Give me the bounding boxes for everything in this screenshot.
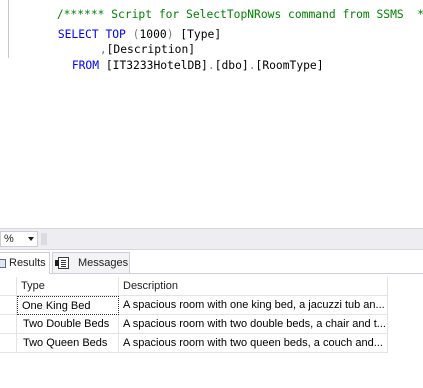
code-line-description: ,[Description]	[59, 27, 195, 56]
cell-type[interactable]: One King Bed	[17, 296, 119, 315]
tab-results[interactable]: Results	[0, 252, 50, 274]
results-tabstrip: Results Messages	[0, 250, 423, 274]
tab-messages-label: Messages	[78, 257, 129, 269]
table-row[interactable]: Two Queen Beds A spacious room with two …	[0, 334, 388, 353]
cell-description[interactable]: A spacious room with one king bed, a jac…	[119, 296, 388, 315]
outline-gutter	[8, 0, 9, 58]
cell-type[interactable]: Two Double Beds	[17, 315, 119, 334]
zoom-value: %	[4, 233, 14, 245]
table-name: [RoomType]	[255, 59, 324, 72]
table-row[interactable]: Two Double Beds A spacious room with two…	[0, 315, 388, 334]
tab-results-label: Results	[9, 257, 46, 269]
cell-description[interactable]: A spacious room with two queen beds, a c…	[119, 334, 388, 353]
table-row[interactable]: One King Bed A spacious room with one ki…	[0, 296, 388, 315]
tab-messages[interactable]: Messages	[52, 252, 130, 274]
grid-icon	[0, 259, 6, 268]
schema-name: [dbo]	[214, 59, 249, 72]
results-grid[interactable]: Type Description One King Bed A spacious…	[0, 277, 388, 353]
code-comment-line: /****** Script for SelectTopNRows comman…	[16, 0, 423, 21]
grid-header-row: Type Description	[0, 277, 388, 296]
row-header[interactable]	[0, 334, 17, 353]
column-header-description[interactable]: Description	[119, 277, 388, 296]
corner-cell[interactable]	[0, 277, 17, 296]
column-header-type[interactable]: Type	[17, 277, 119, 296]
row-header[interactable]	[0, 296, 17, 315]
code-line-select: SELECT TOP (1000) [Type]	[17, 12, 221, 41]
query-editor[interactable]: /****** Script for SelectTopNRows comman…	[0, 0, 423, 228]
zoom-dropdown[interactable]: %	[0, 231, 38, 247]
keyword-from: FROM	[71, 59, 100, 72]
messages-icon	[55, 257, 69, 269]
cell-description[interactable]: A spacious room with two double beds, a …	[119, 315, 388, 334]
results-pane: Results Messages Type Description One Ki…	[0, 250, 423, 388]
horizontal-scrollbar-grip[interactable]	[41, 233, 47, 245]
database-name: [IT3233HotelDB]	[105, 59, 208, 72]
cell-type[interactable]: Two Queen Beds	[17, 334, 119, 353]
dot-separator: .	[248, 59, 256, 72]
chevron-down-icon	[28, 237, 34, 241]
code-line-from: FROM [IT3233HotelDB].[dbo].[RoomType]	[31, 43, 324, 72]
ssms-window: /****** Script for SelectTopNRows comman…	[0, 0, 423, 388]
row-header[interactable]	[0, 315, 17, 334]
dot-separator: .	[207, 59, 215, 72]
zoom-bar: %	[0, 228, 423, 250]
